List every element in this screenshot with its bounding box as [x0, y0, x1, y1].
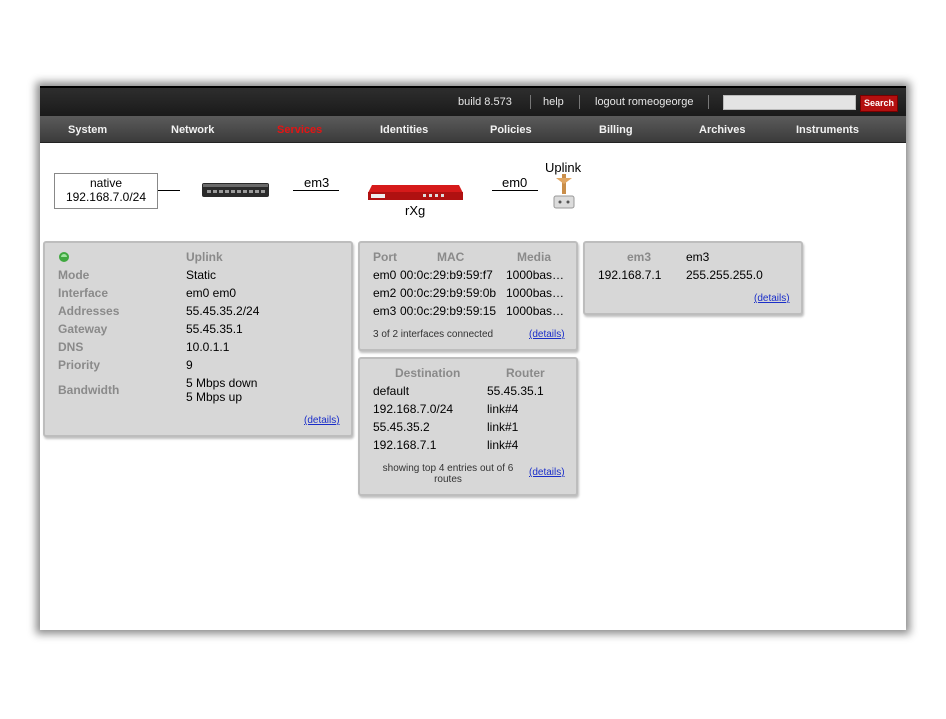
port-cell: em3 [373, 304, 397, 318]
em3-header-value: em3 [686, 250, 710, 264]
gateway-value: 55.45.35.1 [186, 322, 243, 336]
em3-link-label: em3 [304, 175, 330, 190]
mode-key: Mode [58, 268, 90, 282]
destination-cell: default [373, 384, 410, 398]
port-cell: em0 [373, 268, 397, 282]
addresses-value: 55.45.35.2/24 [186, 304, 260, 318]
em3-details-link[interactable]: (details) [754, 293, 790, 304]
logout-link[interactable]: logout romeogeorge [595, 96, 693, 108]
rxg-appliance-icon[interactable] [368, 181, 463, 201]
bandwidth-down: 5 Mbps down [186, 376, 258, 390]
divider [530, 95, 531, 109]
bandwidth-up: 5 Mbps up [186, 390, 243, 404]
ports-details-link[interactable]: (details) [529, 329, 565, 340]
router-header: Router [506, 366, 545, 380]
nav-archives[interactable]: Archives [699, 124, 745, 136]
search-button[interactable]: Search [860, 95, 898, 112]
green-status-icon [59, 252, 69, 262]
router-cell: link#4 [487, 402, 519, 416]
nav-identities[interactable]: Identities [380, 124, 428, 136]
app-window: build 8.573 help logout romeogeorge Sear… [40, 86, 906, 630]
routes-details-link[interactable]: (details) [529, 467, 565, 478]
priority-value: 9 [186, 358, 193, 372]
gateway-key: Gateway [58, 322, 108, 336]
connector-line [492, 190, 538, 191]
router-cell: 55.45.35.1 [487, 384, 544, 398]
routes-summary: showing top 4 entries out of 6 routes [373, 463, 523, 485]
mac-cell: 00:0c:29:b9:59:15 [400, 304, 497, 318]
port-header: Port [373, 250, 397, 264]
uplink-tower-icon[interactable] [553, 174, 575, 214]
uplink-title: Uplink [186, 250, 223, 264]
connector-line [293, 190, 339, 191]
interfaces-summary: 3 of 2 interfaces connected [373, 329, 494, 340]
routes-summary-line2: routes [434, 474, 462, 485]
top-bar: build 8.573 help logout romeogeorge Sear… [40, 86, 906, 116]
dns-key: DNS [58, 340, 84, 354]
nav-policies[interactable]: Policies [490, 124, 532, 136]
nav-network[interactable]: Network [171, 124, 214, 136]
destination-cell: 192.168.7.0/24 [373, 402, 454, 416]
ports-panel: Port MAC Media em0 00:0c:29:b9:59:f7 100… [358, 241, 578, 351]
nav-instruments[interactable]: Instruments [796, 124, 859, 136]
mode-value: Static [186, 268, 217, 282]
connector-line [158, 190, 180, 191]
search-input[interactable] [723, 95, 856, 110]
nav-billing[interactable]: Billing [599, 124, 633, 136]
interface-value: em0 em0 [186, 286, 237, 300]
routes-panel: Destination Router default 55.45.35.1 19… [358, 357, 578, 496]
bandwidth-key: Bandwidth [58, 383, 120, 397]
mac-cell: 00:0c:29:b9:59:0b [400, 286, 497, 300]
divider [579, 95, 580, 109]
destination-cell: 192.168.7.1 [373, 438, 437, 452]
em3-netmask: 255.255.255.0 [686, 268, 763, 282]
port-cell: em2 [373, 286, 397, 300]
interface-key: Interface [58, 286, 109, 300]
build-label: build 8.573 [458, 96, 512, 108]
media-cell: 1000bas… [506, 268, 565, 282]
mac-cell: 00:0c:29:b9:59:f7 [400, 268, 493, 282]
router-cell: link#4 [487, 438, 519, 452]
addresses-key: Addresses [58, 304, 120, 318]
rxg-label: rXg [405, 203, 426, 218]
em0-link-label: em0 [502, 175, 528, 190]
em3-panel: em3 em3 192.168.7.1 255.255.255.0 (detai… [583, 241, 803, 315]
help-link[interactable]: help [543, 96, 564, 108]
router-cell: link#1 [487, 420, 519, 434]
destination-header: Destination [395, 366, 461, 380]
routes-summary-line1: showing top 4 entries out of 6 [382, 463, 514, 474]
switch-icon [202, 183, 269, 197]
nav-system[interactable]: System [68, 124, 107, 136]
priority-key: Priority [58, 358, 101, 372]
nav-services[interactable]: Services [277, 124, 322, 136]
dns-value: 10.0.1.1 [186, 340, 230, 354]
em3-header: em3 [627, 250, 652, 264]
media-cell: 1000bas… [506, 304, 565, 318]
uplink-label: Uplink [545, 160, 582, 175]
mac-header: MAC [437, 250, 465, 264]
em3-ip: 192.168.7.1 [598, 268, 662, 282]
uplink-panel: Uplink Mode Static Interface em0 em0 Add… [43, 241, 353, 437]
uplink-details-link[interactable]: (details) [304, 415, 340, 426]
main-nav: System Network Services Identities Polic… [40, 116, 906, 143]
native-name: native [89, 176, 123, 190]
divider [708, 95, 709, 109]
native-ip: 192.168.7.0/24 [65, 190, 147, 204]
native-network-box[interactable]: native 192.168.7.0/24 [54, 173, 158, 209]
media-cell: 1000bas… [506, 286, 565, 300]
media-header: Media [517, 250, 552, 264]
destination-cell: 55.45.35.2 [373, 420, 430, 434]
